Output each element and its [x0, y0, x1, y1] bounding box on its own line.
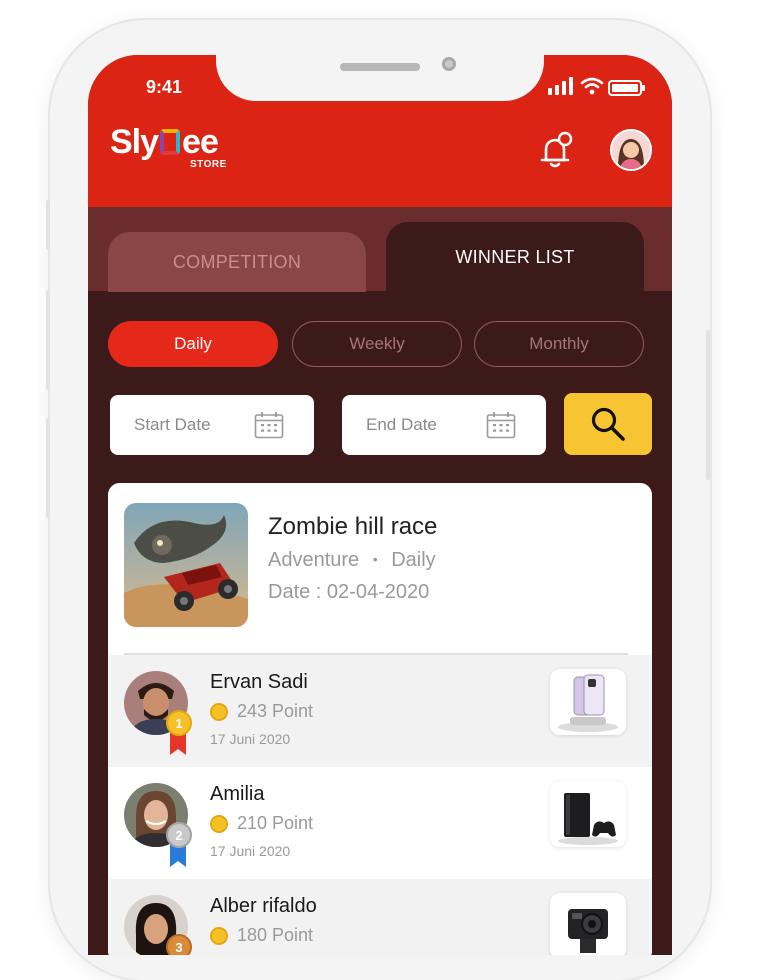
winner-name: Amilia	[210, 783, 265, 805]
winner-row[interactable]: 2 Amilia 210 Point 17 Juni 2020	[108, 767, 652, 879]
tab-winner-list[interactable]: WINNER LIST	[386, 222, 644, 292]
winner-row[interactable]: 3 Alber rifaldo 180 Point	[108, 879, 652, 955]
coin-icon	[210, 926, 228, 945]
speaker-grille	[340, 63, 420, 71]
winner-name: Alber rifaldo	[210, 895, 317, 917]
front-camera	[442, 57, 456, 71]
filter-daily-button[interactable]: Daily	[108, 321, 278, 367]
points-value: 243 Point	[237, 701, 314, 721]
prize-thumbnail[interactable]	[550, 669, 626, 735]
winner-name: Ervan Sadi	[210, 671, 308, 693]
wifi-icon	[580, 77, 604, 95]
game-genre: Adventure	[268, 549, 360, 571]
logo-subtitle: STORE	[190, 159, 227, 170]
winner-date: 17 Juni 2020	[210, 843, 291, 859]
logo-text-left: Sly	[110, 123, 159, 161]
phone-mute-switch	[46, 200, 50, 250]
game-summary[interactable]: Zombie hill race Adventure • Daily Date …	[108, 483, 652, 655]
winner-points: 180 Point	[210, 925, 313, 946]
winner-points: 243 Point	[210, 701, 313, 722]
rank-number: 2	[175, 828, 182, 843]
logo-wordmark: Sly ee	[110, 123, 219, 162]
start-date-field	[110, 395, 314, 455]
game-console-icon	[558, 793, 618, 845]
notification-bell-icon[interactable]	[536, 131, 576, 171]
tab-competition[interactable]: COMPETITION	[108, 232, 366, 292]
winner-card: Zombie hill race Adventure • Daily Date …	[108, 483, 652, 955]
winner-row[interactable]: 1 Ervan Sadi 243 Point 17 Juni 2020	[108, 655, 652, 767]
app-screen: 9:41 Sly ee STORE COMPETITION WINNER LIS…	[88, 55, 672, 955]
calendar-icon[interactable]	[254, 411, 284, 439]
coin-icon	[210, 702, 228, 721]
prize-thumbnail[interactable]	[550, 781, 626, 847]
points-value: 210 Point	[237, 813, 314, 833]
filter-weekly-button[interactable]: Weekly	[292, 321, 462, 367]
logo-text-right: ee	[182, 123, 219, 161]
action-camera-icon	[568, 909, 608, 953]
silver-medal-icon: 2	[166, 822, 192, 867]
coin-icon	[210, 814, 228, 833]
user-avatar-icon	[612, 131, 650, 169]
filter-monthly-button[interactable]: Monthly	[474, 321, 644, 367]
gold-medal-icon: 1	[166, 710, 192, 755]
points-value: 180 Point	[237, 925, 314, 945]
phone-power-button	[706, 330, 710, 480]
meta-separator: •	[372, 551, 378, 567]
user-avatar[interactable]	[610, 129, 652, 171]
winner-points: 210 Point	[210, 813, 313, 834]
status-time: 9:41	[146, 77, 183, 97]
game-date: Date : 02-04-2020	[268, 581, 430, 603]
battery-icon	[608, 80, 645, 96]
smartphone-icon	[558, 674, 618, 732]
bronze-medal-icon: 3	[166, 934, 192, 955]
device-notch	[216, 55, 544, 101]
game-period: Daily	[391, 549, 436, 571]
phone-volume-up	[46, 290, 50, 390]
search-button[interactable]	[564, 393, 652, 455]
game-title: Zombie hill race	[268, 513, 438, 540]
signal-icon	[548, 77, 573, 95]
calendar-icon[interactable]	[486, 411, 516, 439]
app-header: 9:41 Sly ee STORE	[88, 55, 672, 207]
prize-thumbnail[interactable]	[550, 893, 626, 955]
status-icons	[544, 77, 654, 97]
game-thumbnail	[124, 503, 248, 627]
rank-number: 1	[175, 716, 182, 731]
end-date-field	[342, 395, 546, 455]
game-art-image	[124, 503, 248, 627]
phone-volume-down	[46, 418, 50, 518]
search-icon	[591, 407, 625, 441]
winner-date: 17 Juni 2020	[210, 731, 291, 747]
logo-p-mark-icon	[160, 129, 181, 155]
game-meta: Adventure • Daily	[268, 549, 436, 572]
slypee-logo[interactable]: Sly ee STORE	[110, 123, 250, 173]
